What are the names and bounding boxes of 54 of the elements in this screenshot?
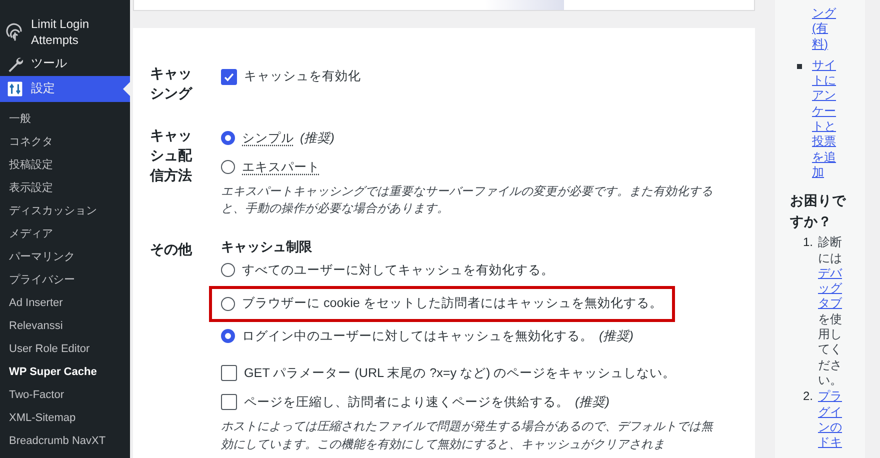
help-text: を使用してください。 — [818, 312, 843, 388]
option-label: ログイン中のユーザーに対してはキャッシュを無効化する。 — [242, 328, 593, 345]
submenu-item[interactable]: Relevanssi — [0, 315, 130, 338]
radio-button[interactable] — [221, 160, 235, 174]
help-text: ホストによっては圧縮されたファイルで問題が発生する場合があるので、デフォルトでは無効にしています。この機能を有効にして無効にすると、キャッシュがクリアされま — [221, 418, 715, 453]
setting-label: キャッシング — [150, 64, 194, 104]
checkbox[interactable] — [221, 365, 237, 382]
radio-button[interactable] — [221, 263, 235, 278]
submenu-item[interactable]: メディア — [0, 223, 130, 246]
option-label: ページを圧縮し、訪問者により速くページを供給する。 — [244, 394, 569, 411]
option-label: すべてのユーザーに対してキャッシュを有効化する。 — [242, 262, 554, 279]
fingerprint-icon — [5, 23, 25, 43]
submenu-item[interactable]: Ad Inserter — [0, 292, 130, 315]
submenu-item[interactable]: Breadcrumb NavXT — [0, 430, 130, 453]
list-number: 1. — [802, 235, 814, 252]
submenu-item[interactable]: 表示設定 — [0, 177, 130, 200]
link[interactable]: ング(有料) — [812, 6, 837, 52]
submenu-item[interactable]: WP Super Cache — [0, 361, 130, 384]
setting-label: その他 — [150, 240, 194, 259]
recommended-note: (推奨) — [300, 130, 334, 147]
radio-button[interactable] — [221, 296, 235, 311]
link[interactable]: サイトにアンケートと投票を追加 — [812, 58, 837, 180]
submenu-item[interactable]: 一般 — [0, 108, 130, 131]
submenu-item[interactable]: User Role Editor — [0, 338, 130, 361]
menu-item[interactable]: 設定 — [0, 76, 130, 102]
help-text: 診断には — [818, 235, 843, 266]
group-heading: キャッシュ制限 — [221, 238, 313, 256]
submenu-item[interactable]: ディスカッション — [0, 200, 130, 223]
setting-label: キャッシュ配信方法 — [150, 126, 194, 186]
sliders-icon — [5, 81, 25, 97]
recommended-note: (推奨) — [575, 394, 610, 411]
link[interactable]: プラグインのドキ — [818, 389, 843, 450]
list-number: 2. — [802, 389, 814, 406]
submenu-item[interactable]: プライバシー — [0, 269, 130, 292]
help-heading: お困りですか？ — [790, 192, 846, 232]
option-label: キャッシュを有効化 — [244, 68, 361, 85]
submenu-item[interactable]: 投稿設定 — [0, 154, 130, 177]
radio-button[interactable] — [221, 329, 235, 344]
option-label: GET パラメーター (URL 末尾の ?x=y など) のページをキャッシュしない。 — [244, 364, 676, 382]
recommended-note: (推奨) — [599, 328, 634, 345]
option-label: ブラウザーに cookie をセットした訪問者にはキャッシュを無効化する。 — [242, 295, 662, 312]
help-text: エキスパートキャッシングでは重要なサーバーファイルの変更が必要です。また有効化すると、手動の操作が必要な場合があります。 — [221, 182, 714, 218]
menu-item[interactable]: ツール — [0, 52, 130, 76]
checkbox[interactable] — [221, 68, 237, 84]
option-label: エキスパート — [242, 158, 320, 176]
menu-item[interactable]: Limit Login Attempts — [0, 14, 130, 52]
submenu-item[interactable]: パーマリンク — [0, 246, 130, 269]
submenu-item[interactable]: XML-Sitemap — [0, 407, 130, 430]
radio-button[interactable] — [221, 131, 235, 146]
option-label: シンプル — [242, 130, 294, 147]
checkbox[interactable] — [221, 394, 237, 410]
link[interactable]: デバッグタブ — [818, 266, 843, 312]
submenu-item[interactable]: Two-Factor — [0, 384, 130, 407]
submenu-item[interactable]: コネクタ — [0, 131, 130, 154]
